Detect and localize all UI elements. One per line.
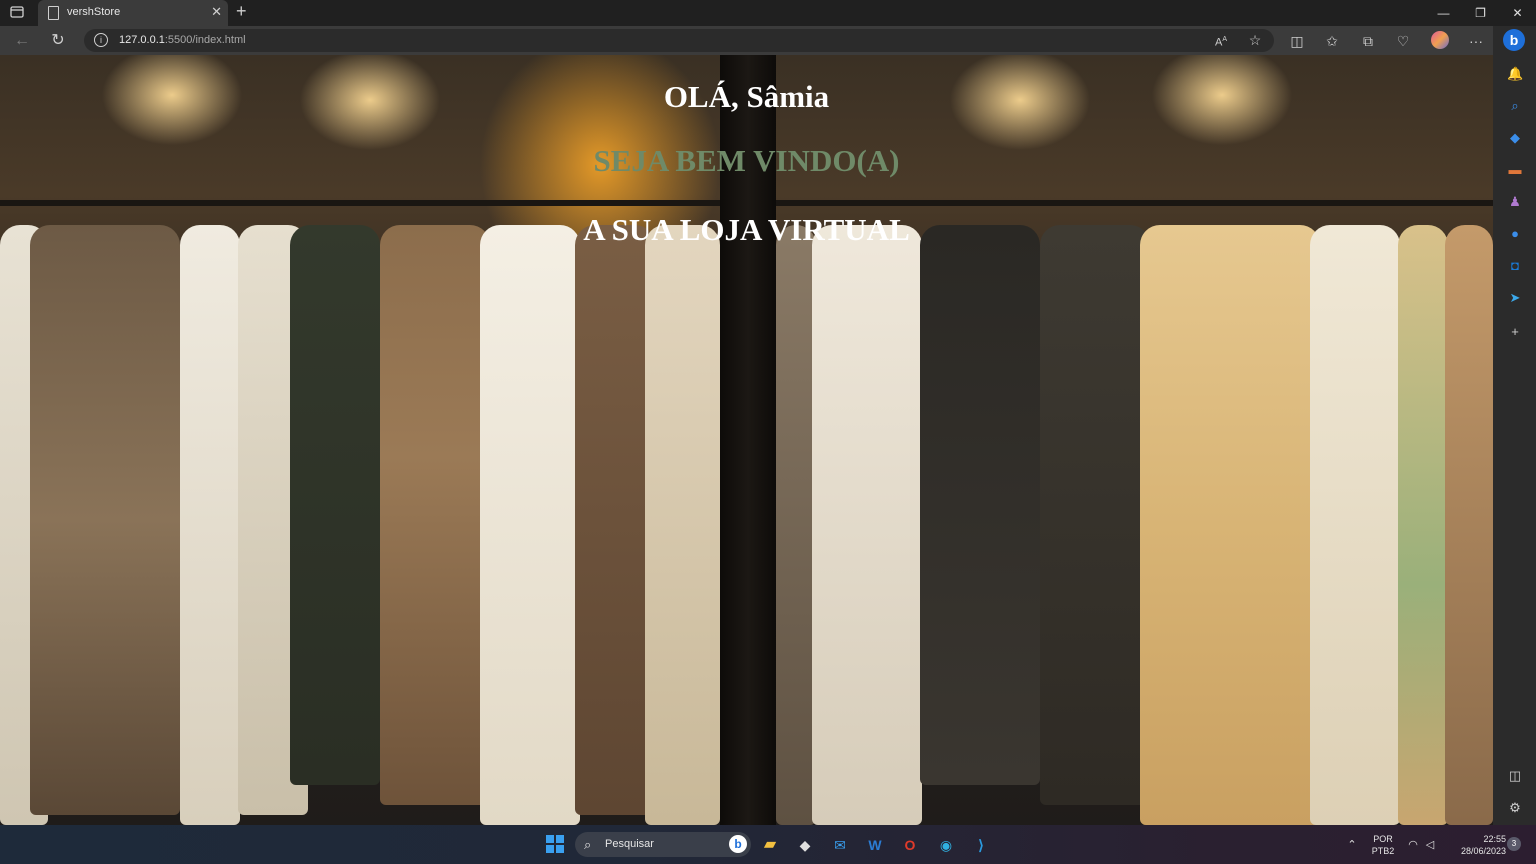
notification-badge[interactable]: 3 xyxy=(1507,837,1521,851)
search-icon[interactable]: ⌕ xyxy=(1507,98,1523,114)
taskbar-search[interactable]: ⌕ Pesquisar b xyxy=(575,832,751,857)
favorite-star-icon[interactable]: ☆ xyxy=(1246,31,1264,49)
minimize-icon[interactable]: — xyxy=(1425,0,1462,26)
games-icon[interactable]: ♟ xyxy=(1507,194,1523,210)
welcome-heading: SEJA BEM VINDO(A) xyxy=(593,143,900,178)
chevron-up-icon[interactable]: ⌃ xyxy=(1342,835,1362,855)
search-glass-icon: ⌕ xyxy=(584,837,592,852)
garment xyxy=(480,225,580,825)
bell-icon[interactable]: 🔔 xyxy=(1507,66,1523,82)
profile-avatar[interactable] xyxy=(1431,31,1449,49)
tab-title: vershStore xyxy=(67,6,121,18)
garment xyxy=(812,225,922,825)
language-bottom: PTB2 xyxy=(1371,846,1395,856)
send-icon[interactable]: ➤ xyxy=(1507,290,1523,306)
back-arrow-icon[interactable]: ← xyxy=(12,31,32,51)
volume-icon[interactable]: ◁ xyxy=(1420,835,1440,855)
windows-start-icon[interactable] xyxy=(545,835,565,855)
garment xyxy=(380,225,490,805)
briefcase-icon[interactable]: ▬ xyxy=(1507,162,1523,178)
edge-icon[interactable]: ◉ xyxy=(936,835,956,855)
collections-icon[interactable]: ⧉ xyxy=(1359,32,1377,50)
garment xyxy=(776,225,816,825)
sticky-app-icon[interactable]: ◆ xyxy=(795,835,815,855)
clock-time: 22:55 xyxy=(1483,834,1506,844)
language-top: POR xyxy=(1373,834,1393,844)
browser-toolbar: ← ↻ i 127.0.0.1:5500/index.html AA ☆ ◫ ✩… xyxy=(0,26,1536,55)
window-controls: — ❐ ✕ xyxy=(1425,0,1536,26)
search-placeholder: Pesquisar xyxy=(605,838,654,850)
garment xyxy=(290,225,380,785)
url-text: 127.0.0.1:5500/index.html xyxy=(119,34,246,46)
clock[interactable]: 22:55 28/06/2023 xyxy=(1446,833,1506,857)
clock-date: 28/06/2023 xyxy=(1460,846,1506,856)
tag-icon[interactable]: ◆ xyxy=(1507,130,1523,146)
garment xyxy=(920,225,1040,785)
tab-actions-icon[interactable] xyxy=(10,5,26,21)
close-tab-icon[interactable]: ✕ xyxy=(211,4,222,20)
url-path: :5500/index.html xyxy=(164,34,246,46)
garment xyxy=(1040,225,1150,805)
browser-tab[interactable]: vershStore ✕ xyxy=(38,0,228,26)
garment xyxy=(645,225,720,825)
hero-section: OLÁ, Sâmia SEJA BEM VINDO(A) A SUA LOJA … xyxy=(0,55,1493,825)
opera-icon[interactable]: O xyxy=(900,835,920,855)
garment xyxy=(1140,225,1320,825)
plus-icon[interactable]: + xyxy=(1507,324,1523,340)
garment xyxy=(180,225,240,825)
new-tab-button[interactable]: + xyxy=(236,1,247,22)
edge-sidebar: b 🔔 ⌕ ◆ ▬ ♟ ● ◘ ➤ + ◫ ⚙ xyxy=(1493,26,1536,825)
address-bar[interactable]: i 127.0.0.1:5500/index.html AA ☆ xyxy=(84,29,1274,52)
document-icon xyxy=(48,6,59,20)
greeting-heading: OLÁ, Sâmia xyxy=(663,79,830,114)
close-window-icon[interactable]: ✕ xyxy=(1499,0,1536,26)
file-explorer-icon[interactable]: ▰ xyxy=(760,835,780,855)
split-icon[interactable]: ◫ xyxy=(1507,768,1523,784)
bing-icon[interactable]: b xyxy=(729,835,747,853)
garment xyxy=(30,225,180,815)
url-host: 127.0.0.1 xyxy=(119,34,165,46)
split-screen-icon[interactable]: ◫ xyxy=(1288,32,1306,50)
restore-icon[interactable]: ❐ xyxy=(1462,0,1499,26)
reload-icon[interactable]: ↻ xyxy=(48,31,68,51)
language-indicator[interactable]: POR PTB2 xyxy=(1368,833,1398,857)
read-aloud-icon[interactable]: AA xyxy=(1212,31,1230,49)
vscode-icon[interactable]: ⟩ xyxy=(971,835,991,855)
site-info-icon[interactable]: i xyxy=(94,33,108,47)
garment xyxy=(575,225,655,815)
windows-taskbar: ⌕ Pesquisar b ▰ ◆ ✉ W O ◉ ⟩ ⌃ POR PTB2 ◠… xyxy=(0,825,1536,864)
garment xyxy=(1445,225,1493,825)
edge-drop-icon[interactable]: ● xyxy=(1507,226,1523,242)
garment xyxy=(1310,225,1400,825)
store-tagline: A SUA LOJA VIRTUAL xyxy=(583,212,910,247)
browser-tab-strip: vershStore ✕ + — ❐ ✕ xyxy=(0,0,1536,26)
garment xyxy=(1398,225,1448,825)
favorites-icon[interactable]: ✩ xyxy=(1323,32,1341,50)
more-menu-icon[interactable]: ··· xyxy=(1467,32,1485,50)
browser-essentials-icon[interactable]: ♡ xyxy=(1394,32,1412,50)
word-icon[interactable]: W xyxy=(865,835,885,855)
settings-icon[interactable]: ⚙ xyxy=(1507,800,1523,816)
outlook-icon[interactable]: ◘ xyxy=(1507,258,1523,274)
bing-chat-icon[interactable]: b xyxy=(1503,29,1525,51)
mail-icon[interactable]: ✉ xyxy=(830,835,850,855)
